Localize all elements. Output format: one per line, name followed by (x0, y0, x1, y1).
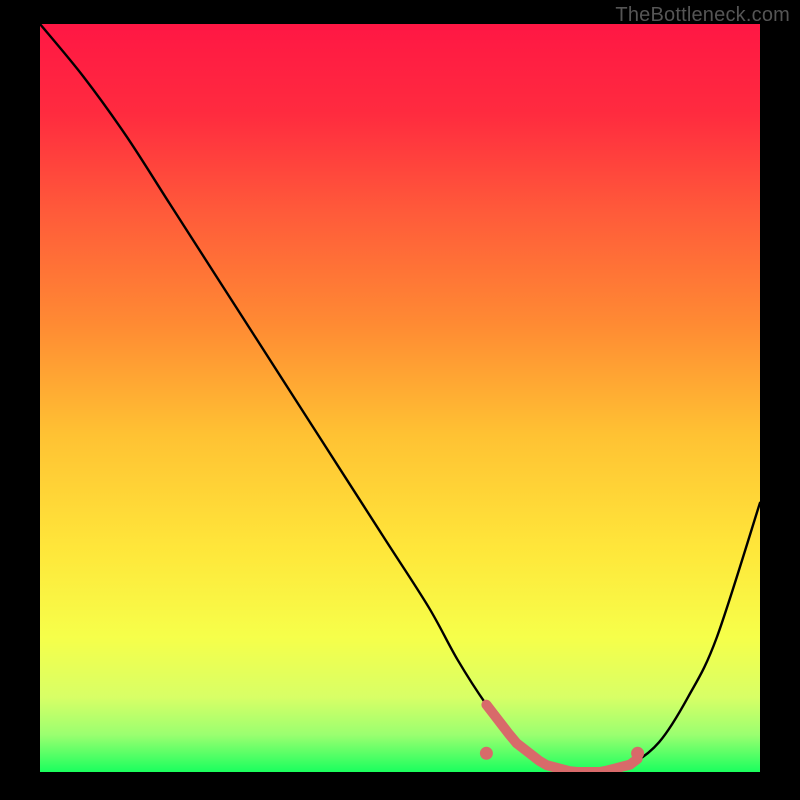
watermark-text: TheBottleneck.com (615, 4, 790, 27)
curve-layer (40, 24, 760, 772)
highlight-endpoint-dot (480, 747, 493, 760)
bottleneck-curve (40, 24, 760, 772)
highlight-endpoints (480, 747, 644, 760)
highlight-endpoint-dot (631, 747, 644, 760)
chart-frame: TheBottleneck.com (0, 0, 800, 800)
plot-area (40, 24, 760, 772)
highlight-band (486, 705, 637, 772)
